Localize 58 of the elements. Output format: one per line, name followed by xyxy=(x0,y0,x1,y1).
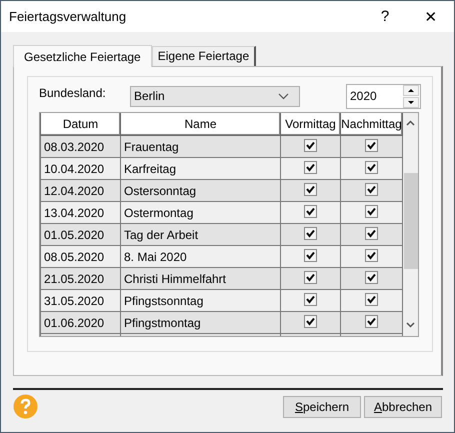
checkbox[interactable] xyxy=(365,205,378,218)
scroll-up-icon[interactable] xyxy=(406,120,415,126)
scroll-down-icon[interactable] xyxy=(406,322,415,328)
date-cell: 13.04.2020 xyxy=(40,202,120,224)
close-button[interactable]: ✕ xyxy=(408,8,454,26)
checkbox[interactable] xyxy=(304,315,317,328)
checkbox[interactable] xyxy=(304,139,317,152)
year-spinner[interactable]: 2020 xyxy=(346,84,421,108)
scroll-thumb[interactable] xyxy=(404,173,418,269)
tab[interactable]: Eigene Feiertage xyxy=(152,46,256,66)
date-cell: 10.04.2020 xyxy=(40,158,120,180)
name-cell: Pfingstsonntag xyxy=(120,290,280,312)
field-label: Bundesland: xyxy=(39,86,107,102)
column-header[interactable]: Nachmittag xyxy=(340,113,402,136)
name-cell: Christi Himmelfahrt xyxy=(120,268,280,290)
name-cell: Pfingstmontag xyxy=(120,312,280,334)
date-cell: 08.03.2020 xyxy=(40,136,120,158)
checkbox[interactable] xyxy=(304,227,317,240)
date-cell: 31.05.2020 xyxy=(40,290,120,312)
checkbox[interactable] xyxy=(365,161,378,174)
checkbox[interactable] xyxy=(304,183,317,196)
window-title: Feiertagsverwaltung xyxy=(9,9,128,24)
name-cell: Tag der Arbeit xyxy=(120,224,280,246)
date-cell: 08.05.2020 xyxy=(40,246,120,268)
checkbox[interactable] xyxy=(365,227,378,240)
name-cell: Ostersonntag xyxy=(120,180,280,202)
column-header[interactable]: Datum xyxy=(40,113,120,136)
checkbox[interactable] xyxy=(365,249,378,262)
checkbox[interactable] xyxy=(304,271,317,284)
date-cell: 21.05.2020 xyxy=(40,268,120,290)
checkbox[interactable] xyxy=(365,139,378,152)
date-cell: 12.04.2020 xyxy=(40,180,120,202)
checkbox[interactable] xyxy=(304,161,317,174)
column-header[interactable]: Vormittag xyxy=(280,113,340,136)
name-cell: 8. Mai 2020 xyxy=(120,246,280,268)
name-cell: Frauentag xyxy=(120,136,280,158)
scrollbar[interactable] xyxy=(403,113,418,336)
checkbox[interactable] xyxy=(304,249,317,262)
checkbox[interactable] xyxy=(304,205,317,218)
checkbox[interactable] xyxy=(365,293,378,306)
date-cell: 01.06.2020 xyxy=(40,312,120,334)
date-cell: 01.05.2020 xyxy=(40,224,120,246)
dialog-button[interactable]: Speichern xyxy=(283,396,361,418)
tab[interactable]: Gesetzliche Feiertage xyxy=(13,45,152,67)
column-header[interactable]: Name xyxy=(120,113,280,136)
spin-up-icon[interactable] xyxy=(403,84,419,96)
chevron-down-icon xyxy=(278,92,289,100)
state-dropdown[interactable]: Berlin xyxy=(130,86,300,106)
help-button[interactable]: ? xyxy=(362,8,408,25)
year-field[interactable]: 2020 xyxy=(350,89,398,103)
checkbox[interactable] xyxy=(365,315,378,328)
dialog-button[interactable]: Abbrechen xyxy=(364,396,442,418)
checkbox[interactable] xyxy=(365,183,378,196)
checkbox[interactable] xyxy=(304,293,317,306)
spin-down-icon[interactable] xyxy=(403,96,419,108)
checkbox[interactable] xyxy=(365,271,378,284)
name-cell: Karfreitag xyxy=(120,158,280,180)
name-cell: Ostermontag xyxy=(120,202,280,224)
